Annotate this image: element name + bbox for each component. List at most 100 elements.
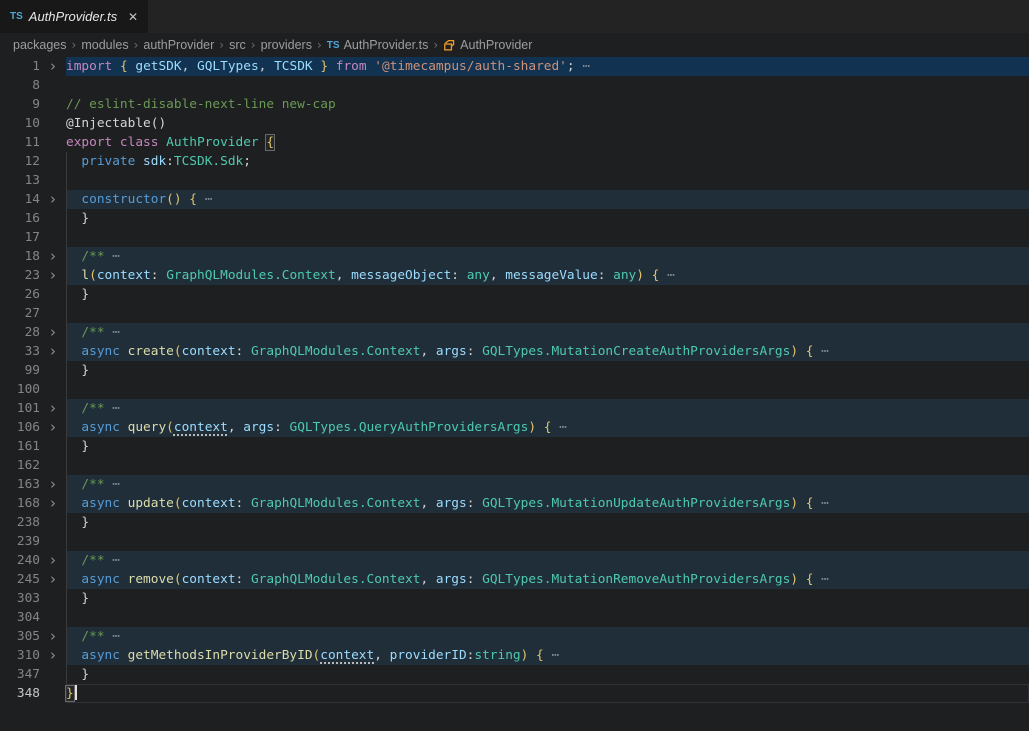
code-line-content[interactable] (66, 532, 1029, 551)
breadcrumb-item-src[interactable]: src (229, 38, 246, 52)
code-line-content[interactable]: } (66, 589, 1029, 608)
breadcrumb-item-symbol[interactable]: AuthProvider (443, 38, 532, 52)
code-line-content[interactable] (66, 456, 1029, 475)
breadcrumb-item-file[interactable]: TS AuthProvider.ts (327, 38, 429, 52)
code-line-content[interactable]: } (66, 437, 1029, 456)
breadcrumb-item-modules[interactable]: modules (81, 38, 128, 52)
code-token: /** (81, 249, 104, 264)
fold-chevron-icon[interactable]: › (40, 570, 66, 589)
line-number[interactable]: 11 (0, 133, 40, 152)
code-editor[interactable]: 1›import { getSDK, GQLTypes, TCSDK } fro… (0, 57, 1029, 731)
fold-chevron-icon[interactable]: › (40, 342, 66, 361)
code-line-content[interactable] (66, 304, 1029, 323)
code-line-content[interactable]: l(context: GraphQLModules.Context, messa… (66, 266, 1029, 285)
fold-chevron-icon[interactable]: › (40, 323, 66, 342)
code-line-content[interactable]: /** ⋯ (66, 399, 1029, 418)
breadcrumb-item-packages[interactable]: packages (13, 38, 67, 52)
line-number[interactable]: 310 (0, 646, 40, 665)
line-number[interactable]: 240 (0, 551, 40, 570)
breadcrumb-item-providers[interactable]: providers (261, 38, 312, 52)
line-number[interactable]: 303 (0, 589, 40, 608)
breadcrumb-file-label: AuthProvider.ts (344, 38, 429, 52)
line-number[interactable]: 304 (0, 608, 40, 627)
code-line-content[interactable]: async update(context: GraphQLModules.Con… (66, 494, 1029, 513)
code-token: : (166, 154, 174, 169)
code-line-content[interactable]: async getMethodsInProviderByID(context, … (66, 646, 1029, 665)
line-number[interactable]: 28 (0, 323, 40, 342)
code-line-content[interactable]: /** ⋯ (66, 323, 1029, 342)
fold-chevron-icon[interactable]: › (40, 190, 66, 209)
code-line-content[interactable]: async remove(context: GraphQLModules.Con… (66, 570, 1029, 589)
fold-chevron-icon[interactable]: › (40, 627, 66, 646)
line-number[interactable]: 238 (0, 513, 40, 532)
line-number[interactable]: 106 (0, 418, 40, 437)
line-number[interactable]: 10 (0, 114, 40, 133)
line-number[interactable]: 168 (0, 494, 40, 513)
code-line-content[interactable]: } (66, 665, 1029, 684)
fold-chevron-icon[interactable]: › (40, 494, 66, 513)
code-line: 17 (0, 228, 1029, 247)
line-number[interactable]: 14 (0, 190, 40, 209)
fold-gutter-spacer (40, 684, 66, 703)
fold-chevron-icon[interactable]: › (40, 57, 66, 76)
code-line-content[interactable] (66, 608, 1029, 627)
code-line-content[interactable] (66, 228, 1029, 247)
line-number[interactable]: 100 (0, 380, 40, 399)
code-line-content[interactable]: private sdk:TCSDK.Sdk; (66, 152, 1029, 171)
line-number[interactable]: 161 (0, 437, 40, 456)
line-number[interactable]: 9 (0, 95, 40, 114)
line-number[interactable]: 1 (0, 57, 40, 76)
code-line-content[interactable]: /** ⋯ (66, 627, 1029, 646)
code-line-content[interactable]: constructor() { ⋯ (66, 190, 1029, 209)
line-number[interactable]: 18 (0, 247, 40, 266)
line-number[interactable]: 23 (0, 266, 40, 285)
line-number[interactable]: 99 (0, 361, 40, 380)
fold-chevron-icon[interactable]: › (40, 266, 66, 285)
code-line-content[interactable]: } (66, 209, 1029, 228)
code-line-content[interactable]: /** ⋯ (66, 475, 1029, 494)
code-line-content[interactable]: } (66, 285, 1029, 304)
line-number[interactable]: 239 (0, 532, 40, 551)
code-line-content[interactable]: } (66, 684, 1029, 703)
code-line-content[interactable]: // eslint-disable-next-line new-cap (66, 95, 1029, 114)
code-line-content[interactable]: import { getSDK, GQLTypes, TCSDK } from … (66, 57, 1029, 76)
code-line-content[interactable]: /** ⋯ (66, 551, 1029, 570)
code-line-content[interactable]: } (66, 513, 1029, 532)
line-number[interactable]: 163 (0, 475, 40, 494)
fold-gutter-spacer (40, 589, 66, 608)
line-number[interactable]: 101 (0, 399, 40, 418)
line-number[interactable]: 8 (0, 76, 40, 95)
code-line-content[interactable]: export class AuthProvider { (66, 133, 1029, 152)
line-number[interactable]: 26 (0, 285, 40, 304)
code-line-content[interactable]: } (66, 361, 1029, 380)
code-token: ) { (521, 648, 544, 663)
line-number[interactable]: 13 (0, 171, 40, 190)
code-line-content[interactable]: /** ⋯ (66, 247, 1029, 266)
code-line-content[interactable]: async query(context, args: GQLTypes.Quer… (66, 418, 1029, 437)
fold-chevron-icon[interactable]: › (40, 646, 66, 665)
line-number[interactable]: 33 (0, 342, 40, 361)
breadcrumb-item-authprovider[interactable]: authProvider (143, 38, 214, 52)
line-number[interactable]: 305 (0, 627, 40, 646)
fold-gutter-spacer (40, 665, 66, 684)
fold-chevron-icon[interactable]: › (40, 551, 66, 570)
line-number[interactable]: 27 (0, 304, 40, 323)
close-tab-icon[interactable]: ✕ (128, 10, 138, 24)
line-number[interactable]: 16 (0, 209, 40, 228)
fold-chevron-icon[interactable]: › (40, 475, 66, 494)
code-line-content[interactable]: async create(context: GraphQLModules.Con… (66, 342, 1029, 361)
line-number[interactable]: 245 (0, 570, 40, 589)
code-line-content[interactable] (66, 171, 1029, 190)
tab-authprovider[interactable]: TS AuthProvider.ts ✕ (0, 0, 148, 33)
code-line-content[interactable] (66, 380, 1029, 399)
line-number[interactable]: 12 (0, 152, 40, 171)
line-number[interactable]: 17 (0, 228, 40, 247)
line-number[interactable]: 347 (0, 665, 40, 684)
fold-chevron-icon[interactable]: › (40, 399, 66, 418)
code-line-content[interactable] (66, 76, 1029, 95)
code-line-content[interactable]: @Injectable() (66, 114, 1029, 133)
line-number[interactable]: 348 (0, 684, 40, 703)
line-number[interactable]: 162 (0, 456, 40, 475)
fold-chevron-icon[interactable]: › (40, 247, 66, 266)
fold-chevron-icon[interactable]: › (40, 418, 66, 437)
